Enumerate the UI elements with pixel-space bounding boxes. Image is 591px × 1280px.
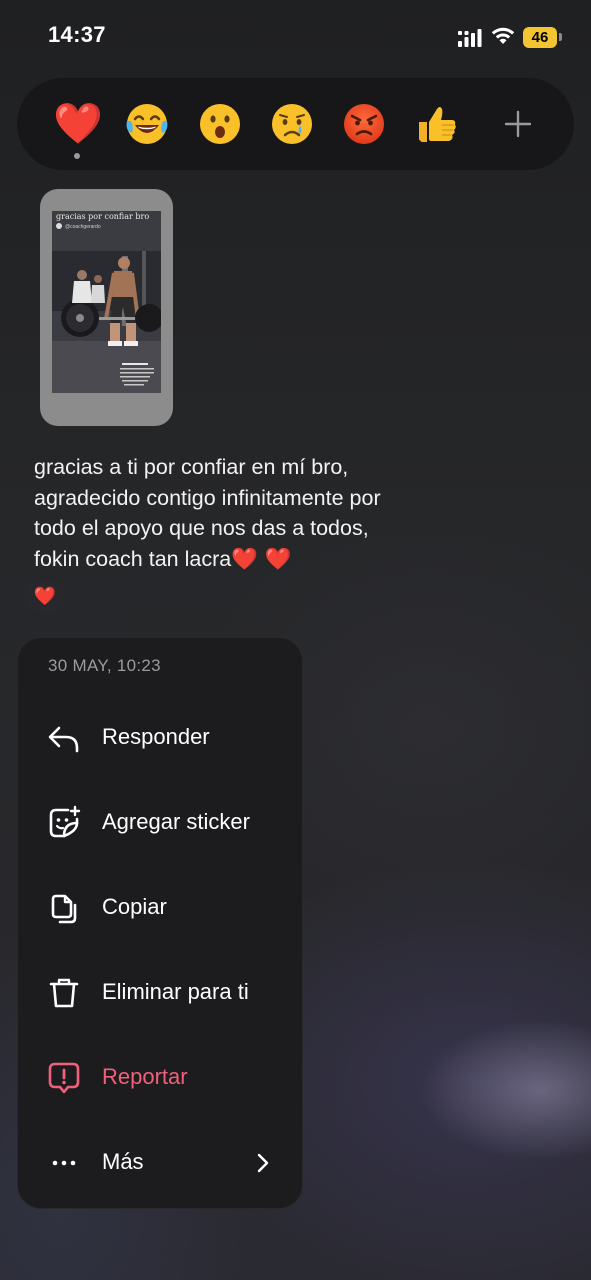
- more-icon: [52, 1160, 76, 1166]
- red-heart-icon[interactable]: ❤️: [53, 100, 103, 148]
- thumbs-up-icon[interactable]: [413, 101, 459, 147]
- menu-label-agregar-sticker: Agregar sticker: [102, 809, 250, 834]
- menu-item-agregar-sticker[interactable]: Agregar sticker: [18, 788, 302, 858]
- weightlifter-photo: [52, 211, 161, 393]
- selected-reaction-dot: [74, 153, 80, 159]
- message-hearts: ❤️ ❤️: [231, 546, 292, 572]
- menu-item-responder[interactable]: Responder: [18, 703, 302, 773]
- face-with-tears-of-joy-icon[interactable]: [124, 101, 170, 147]
- add-reaction-icon[interactable]: [494, 100, 542, 148]
- add-sticker-icon: [49, 805, 81, 838]
- menu-label-eliminar: Eliminar para ti: [102, 979, 249, 1004]
- surprised-face-icon[interactable]: [197, 101, 243, 147]
- menu-item-eliminar[interactable]: Eliminar para ti: [18, 958, 302, 1028]
- reaction-bar: ❤️: [17, 78, 574, 170]
- menu-item-reportar[interactable]: Reportar: [18, 1043, 302, 1113]
- menu-item-copiar[interactable]: Copiar: [18, 873, 302, 943]
- copy-icon: [51, 894, 77, 924]
- menu-label-responder: Responder: [102, 724, 210, 749]
- wifi-icon: [491, 27, 515, 44]
- angry-face-icon[interactable]: [341, 101, 387, 147]
- menu-label-reportar: Reportar: [102, 1064, 188, 1089]
- message-context-menu: 30 MAY, 10:23 Responder Agregar sticker …: [17, 637, 303, 1209]
- menu-label-copiar: Copiar: [102, 894, 167, 919]
- reply-icon: [48, 726, 79, 753]
- cellular-signal-icon: [458, 29, 482, 47]
- menu-item-mas[interactable]: Más: [18, 1128, 302, 1198]
- shared-story-card[interactable]: gracias por confiar bro @coachgerardo: [40, 189, 173, 426]
- trash-icon: [49, 978, 79, 1008]
- story-image: gracias por confiar bro @coachgerardo: [52, 211, 161, 393]
- message-body: gracias a ti por confiar en mí bro, agra…: [34, 455, 381, 571]
- message-timestamp: 30 MAY, 10:23: [48, 656, 161, 675]
- crying-face-icon[interactable]: [269, 101, 315, 147]
- battery-indicator: 46: [523, 27, 557, 48]
- story-username: @coachgerardo: [65, 224, 101, 230]
- chevron-right-icon: [257, 1153, 269, 1173]
- message-reaction-badge[interactable]: ❤️: [24, 581, 66, 613]
- report-icon: [48, 1062, 80, 1094]
- menu-label-mas: Más: [102, 1149, 144, 1174]
- story-caption: gracias por confiar bro: [56, 212, 150, 221]
- battery-tip: [559, 33, 562, 41]
- message-text: gracias a ti por confiar en mí bro, agra…: [34, 452, 414, 575]
- status-time: 14:37: [48, 22, 106, 47]
